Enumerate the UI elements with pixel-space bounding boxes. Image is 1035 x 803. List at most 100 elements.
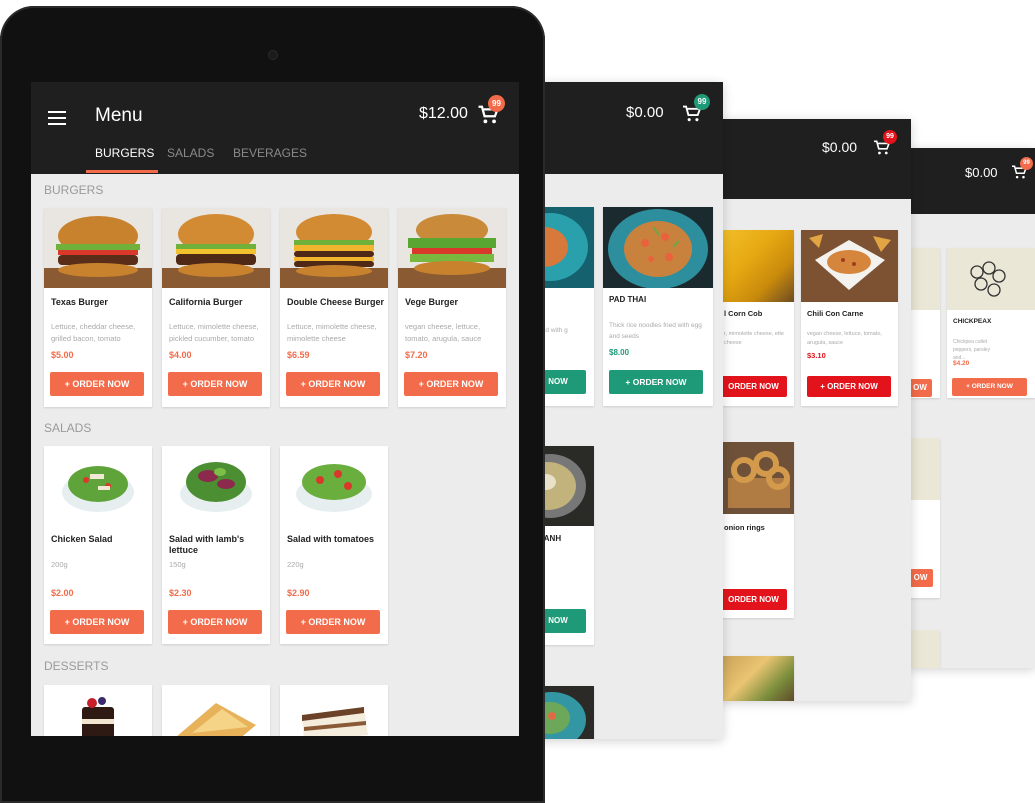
burger-photo (280, 208, 388, 288)
item-name: PAD THAI (609, 295, 647, 304)
food-photo (720, 656, 794, 701)
cart-badge: 99 (883, 130, 897, 144)
main-app-screen: Menu $12.00 99 BURGERS SALADS BEVERAGES … (31, 82, 519, 736)
order-button[interactable]: + ORDER NOW (404, 372, 498, 396)
cart-badge: 99 (1020, 157, 1033, 170)
onion-rings-photo (720, 442, 794, 514)
order-button[interactable]: + ORDER NOW (286, 610, 380, 634)
tab-burgers[interactable]: BURGERS (95, 146, 154, 160)
item-description: vegan cheese, lettuce, tomato, arugula, … (807, 331, 882, 346)
item-description: Thick rice noodles fried with egg and se… (609, 322, 702, 340)
app-screen-2: $0.00 99 rned with g NOW PAD THAI Thick … (530, 82, 723, 739)
item-description: vegan cheese, lettuce, tomato, arugula, … (405, 322, 482, 343)
burger-photo (44, 208, 152, 288)
app-screen-3: $0.00 99 l Corn Cob r, mimolette cheese,… (720, 119, 911, 701)
menu-card: PAD THAI Thick rice noodles fried with e… (603, 207, 713, 406)
order-button[interactable]: + ORDER NOW (168, 610, 262, 634)
item-description: Lettuce, mimolette cheese, pickled cucum… (169, 322, 259, 343)
item-price: $7.20 (405, 350, 428, 360)
menu-card: l Corn Cob r, mimolette cheese, ette che… (720, 230, 794, 406)
menu-card: Chicken Salad 200g $2.00 + ORDER NOW (44, 446, 152, 644)
dessert-photo (44, 685, 152, 736)
item-description: r, mimolette cheese, ette cheese (724, 331, 784, 346)
menu-card (280, 685, 388, 736)
order-button[interactable]: OW (908, 379, 932, 397)
item-name: Double Cheese Burger (287, 297, 385, 307)
menu-card (44, 685, 152, 736)
menu-card (908, 630, 940, 668)
item-name: Texas Burger (51, 297, 108, 307)
item-price: $2.30 (169, 588, 192, 598)
camera-icon (268, 50, 278, 60)
item-name: onion rings (724, 523, 765, 532)
salad-photo (162, 446, 270, 526)
section-heading-desserts: DESSERTS (44, 659, 109, 673)
salad-photo (280, 446, 388, 526)
active-tab-indicator (86, 170, 158, 173)
dessert-photo (162, 685, 270, 736)
item-description: Lettuce, mimolette cheese, mimolette che… (287, 322, 377, 343)
item-price: $6.59 (287, 350, 310, 360)
item-description: 220g (287, 560, 304, 569)
menu-hamburger-icon[interactable] (48, 111, 66, 125)
item-price: $2.00 (51, 588, 74, 598)
item-description: Chickpea cutlet peppers, parsley and... (953, 339, 990, 361)
app-bar (31, 82, 519, 174)
menu-card: Double Cheese Burger Lettuce, mimolette … (280, 208, 388, 407)
item-description: 200g (51, 560, 68, 569)
order-button[interactable]: + ORDER NOW (807, 376, 891, 397)
chili-con-carne-photo (801, 230, 898, 302)
order-button[interactable]: OW (908, 569, 933, 587)
dessert-photo (280, 685, 388, 736)
item-description: Lettuce, cheddar cheese, grilled bacon, … (51, 322, 136, 343)
item-price: $3.10 (807, 351, 826, 360)
item-name: l Corn Cob (724, 309, 763, 318)
menu-card: onion rings ORDER NOW (720, 442, 794, 618)
cart-badge: 99 (488, 95, 505, 112)
top-bar (530, 82, 723, 174)
cart-badge: 99 (694, 94, 710, 110)
item-name: CHICKPEAX (953, 318, 992, 325)
app-screen-4: $0.00 99 OW CHICKPEAX Chickpea cutlet pe… (908, 148, 1035, 668)
cart-total: $0.00 (965, 165, 998, 180)
item-name: California Burger (169, 297, 243, 307)
menu-card: Vege Burger vegan cheese, lettuce, tomat… (398, 208, 506, 407)
marketing-stage: $0.00 99 OW CHICKPEAX Chickpea cutlet pe… (0, 0, 1035, 803)
menu-card: CHICKPEAX Chickpea cutlet peppers, parsl… (947, 248, 1035, 398)
section-heading-burgers: BURGERS (44, 183, 104, 197)
item-price: $8.00 (609, 348, 630, 357)
menu-card: Chili Con Carne vegan cheese, lettuce, t… (801, 230, 898, 406)
cart-total: $0.00 (626, 104, 664, 121)
order-button[interactable]: ORDER NOW (720, 376, 787, 397)
pad-thai-photo (603, 207, 713, 289)
order-button[interactable]: + ORDER NOW (286, 372, 380, 396)
item-description: 150g (169, 560, 186, 569)
order-button[interactable]: ORDER NOW (720, 589, 787, 610)
order-button[interactable]: + ORDER NOW (50, 610, 144, 634)
salad-photo (44, 446, 152, 526)
menu-card: Texas Burger Lettuce, cheddar cheese, gr… (44, 208, 152, 407)
burger-photo (398, 208, 506, 288)
item-name: Chili Con Carne (807, 309, 864, 318)
item-price: $5.00 (51, 350, 74, 360)
order-button[interactable]: + ORDER NOW (952, 378, 1027, 396)
order-button[interactable]: + ORDER NOW (50, 372, 144, 396)
item-name: Salad with lamb's lettuce (169, 534, 245, 555)
tab-beverages[interactable]: BEVERAGES (233, 146, 307, 160)
menu-card: Salad with tomatoes 220g $2.90 + ORDER N… (280, 446, 388, 644)
menu-card (162, 685, 270, 736)
item-name: Chicken Salad (51, 534, 113, 544)
item-name: Salad with tomatoes (287, 534, 375, 544)
page-title: Menu (95, 105, 143, 126)
menu-card: OW (908, 438, 940, 598)
item-price: $4.00 (169, 350, 192, 360)
order-button[interactable]: + ORDER NOW (168, 372, 262, 396)
burger-photo (162, 208, 270, 288)
order-button[interactable]: + ORDER NOW (609, 370, 703, 394)
item-name: Vege Burger (405, 297, 459, 307)
tab-salads[interactable]: SALADS (167, 146, 214, 160)
menu-card: California Burger Lettuce, mimolette che… (162, 208, 270, 407)
menu-card: Salad with lamb's lettuce 150g $2.30 + O… (162, 446, 270, 644)
section-heading-salads: SALADS (44, 421, 92, 435)
chickpea-illustration (947, 248, 1035, 310)
